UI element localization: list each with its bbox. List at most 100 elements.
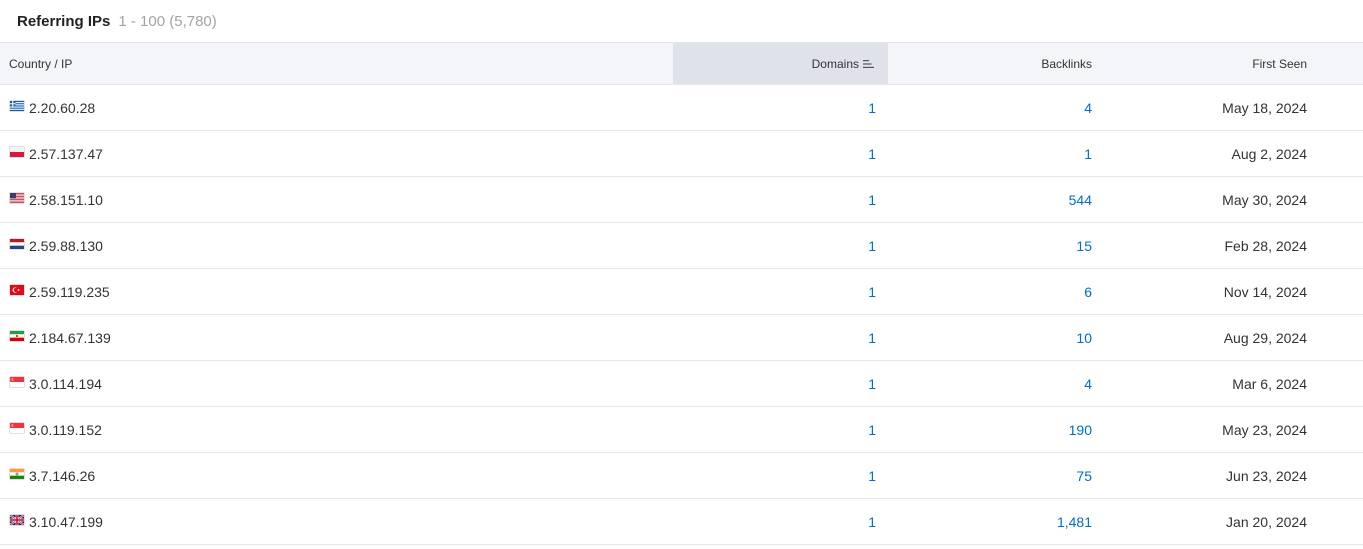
result-range: 1 - 100 (5,780) bbox=[118, 12, 217, 30]
sort-descending-icon[interactable] bbox=[863, 58, 875, 69]
flag-gr-icon bbox=[10, 101, 24, 112]
flag-pl-icon bbox=[10, 147, 24, 158]
domains-link[interactable]: 1 bbox=[868, 100, 876, 116]
cell-country-ip: 2.59.88.130 bbox=[0, 223, 673, 269]
cell-backlinks: 4 bbox=[888, 85, 1092, 131]
cell-domains: 1 bbox=[673, 407, 888, 453]
cell-backlinks: 15 bbox=[888, 223, 1092, 269]
backlinks-link[interactable]: 1,481 bbox=[1057, 514, 1092, 530]
cell-first-seen: Feb 28, 2024 bbox=[1224, 237, 1307, 254]
cell-domains: 1 bbox=[673, 453, 888, 499]
ip-address: 2.58.151.10 bbox=[29, 192, 103, 209]
cell-country-ip: 3.7.146.26 bbox=[0, 453, 673, 499]
domains-link[interactable]: 1 bbox=[868, 192, 876, 208]
cell-backlinks: 4 bbox=[888, 361, 1092, 407]
table-row: 3.0.119.152 1 190 May 23, 2024 bbox=[0, 407, 1363, 453]
cell-country-ip: 2.57.137.47 bbox=[0, 131, 673, 177]
domains-link[interactable]: 1 bbox=[868, 330, 876, 346]
table-body: 2.20.60.28 1 4 May 18, 2024 2.57.137.47 1 1 Aug… bbox=[0, 85, 1363, 545]
cell-first-seen: May 30, 2024 bbox=[1222, 191, 1307, 208]
panel-header: Referring IPs 1 - 100 (5,780) bbox=[0, 0, 1363, 42]
cell-country-ip: 2.59.119.235 bbox=[0, 269, 673, 315]
cell-country-ip: 3.0.119.152 bbox=[0, 407, 673, 453]
table-row: 2.20.60.28 1 4 May 18, 2024 bbox=[0, 85, 1363, 131]
ip-address: 2.57.137.47 bbox=[29, 146, 103, 163]
column-header-country-ip[interactable]: Country / IP bbox=[0, 42, 673, 85]
cell-backlinks: 544 bbox=[888, 177, 1092, 223]
backlinks-link[interactable]: 15 bbox=[1076, 238, 1092, 254]
cell-domains: 1 bbox=[673, 269, 888, 315]
cell-backlinks: 6 bbox=[888, 269, 1092, 315]
cell-first-seen: Mar 6, 2024 bbox=[1232, 375, 1307, 392]
flag-tr-icon bbox=[10, 285, 24, 296]
cell-first-seen: Aug 29, 2024 bbox=[1223, 329, 1307, 346]
flag-sg-icon bbox=[10, 423, 24, 434]
domains-link[interactable]: 1 bbox=[868, 376, 876, 392]
table-row: 2.57.137.47 1 1 Aug 2, 2024 bbox=[0, 131, 1363, 177]
table-row: 2.184.67.139 1 10 Aug 29, 2024 bbox=[0, 315, 1363, 361]
ip-address: 2.59.88.130 bbox=[29, 238, 103, 255]
flag-sg-icon bbox=[10, 377, 24, 388]
cell-country-ip: 2.58.151.10 bbox=[0, 177, 673, 223]
cell-country-ip: 2.184.67.139 bbox=[0, 315, 673, 361]
backlinks-link[interactable]: 1 bbox=[1084, 146, 1092, 162]
domains-link[interactable]: 1 bbox=[868, 146, 876, 162]
cell-domains: 1 bbox=[673, 131, 888, 177]
ip-address: 2.59.119.235 bbox=[29, 284, 110, 301]
backlinks-link[interactable]: 4 bbox=[1084, 100, 1092, 116]
table-header: Country / IP Domains Backlinks First See… bbox=[0, 42, 1363, 85]
cell-country-ip: 3.0.114.194 bbox=[0, 361, 673, 407]
domains-link[interactable]: 1 bbox=[868, 468, 876, 484]
column-header-first-seen[interactable]: First Seen bbox=[1092, 42, 1363, 85]
flag-in-icon bbox=[10, 469, 24, 480]
domains-link[interactable]: 1 bbox=[868, 422, 876, 438]
cell-first-seen: May 18, 2024 bbox=[1222, 99, 1307, 116]
ip-address: 3.0.114.194 bbox=[29, 376, 102, 393]
column-header-domains[interactable]: Domains bbox=[673, 42, 888, 85]
ip-address: 3.10.47.199 bbox=[29, 514, 103, 531]
flag-ir-icon bbox=[10, 331, 24, 342]
backlinks-link[interactable]: 6 bbox=[1084, 284, 1092, 300]
backlinks-link[interactable]: 75 bbox=[1076, 468, 1092, 484]
flag-us-icon bbox=[10, 193, 24, 204]
backlinks-link[interactable]: 4 bbox=[1084, 376, 1092, 392]
cell-first-seen: Jun 23, 2024 bbox=[1226, 467, 1307, 484]
table-row: 3.10.47.199 1 1,481 Jan 20, 2024 bbox=[0, 499, 1363, 545]
cell-first-seen: May 23, 2024 bbox=[1222, 421, 1307, 438]
cell-backlinks: 10 bbox=[888, 315, 1092, 361]
domains-link[interactable]: 1 bbox=[868, 514, 876, 530]
backlinks-link[interactable]: 544 bbox=[1069, 192, 1092, 208]
table-row: 3.0.114.194 1 4 Mar 6, 2024 bbox=[0, 361, 1363, 407]
referring-ips-panel: Referring IPs 1 - 100 (5,780) Country / … bbox=[0, 0, 1363, 549]
cell-backlinks: 75 bbox=[888, 453, 1092, 499]
table-row: 3.7.146.26 1 75 Jun 23, 2024 bbox=[0, 453, 1363, 499]
cell-first-seen: Aug 2, 2024 bbox=[1231, 145, 1307, 162]
ip-address: 3.7.146.26 bbox=[29, 468, 96, 485]
cell-country-ip: 2.20.60.28 bbox=[0, 85, 673, 131]
cell-domains: 1 bbox=[673, 361, 888, 407]
domains-link[interactable]: 1 bbox=[868, 284, 876, 300]
backlinks-link[interactable]: 190 bbox=[1069, 422, 1092, 438]
cell-country-ip: 3.10.47.199 bbox=[0, 499, 673, 545]
backlinks-link[interactable]: 10 bbox=[1076, 330, 1092, 346]
ip-address: 2.20.60.28 bbox=[29, 100, 96, 117]
column-header-backlinks[interactable]: Backlinks bbox=[888, 42, 1092, 85]
cell-domains: 1 bbox=[673, 223, 888, 269]
ip-address: 2.184.67.139 bbox=[29, 330, 111, 347]
cell-domains: 1 bbox=[673, 315, 888, 361]
domains-link[interactable]: 1 bbox=[868, 238, 876, 254]
cell-backlinks: 1,481 bbox=[888, 499, 1092, 545]
cell-domains: 1 bbox=[673, 85, 888, 131]
table-row: 2.58.151.10 1 544 May 30, 2024 bbox=[0, 177, 1363, 223]
cell-backlinks: 1 bbox=[888, 131, 1092, 177]
cell-first-seen: Jan 20, 2024 bbox=[1226, 513, 1307, 530]
cell-domains: 1 bbox=[673, 499, 888, 545]
flag-nl-icon bbox=[10, 239, 24, 250]
ip-address: 3.0.119.152 bbox=[29, 422, 102, 439]
cell-first-seen: Nov 14, 2024 bbox=[1223, 283, 1307, 300]
cell-backlinks: 190 bbox=[888, 407, 1092, 453]
table-row: 2.59.88.130 1 15 Feb 28, 2024 bbox=[0, 223, 1363, 269]
referring-ips-table: Country / IP Domains Backlinks First See… bbox=[0, 42, 1363, 545]
flag-gb-icon bbox=[10, 515, 24, 526]
table-row: 2.59.119.235 1 6 Nov 14, 2024 bbox=[0, 269, 1363, 315]
